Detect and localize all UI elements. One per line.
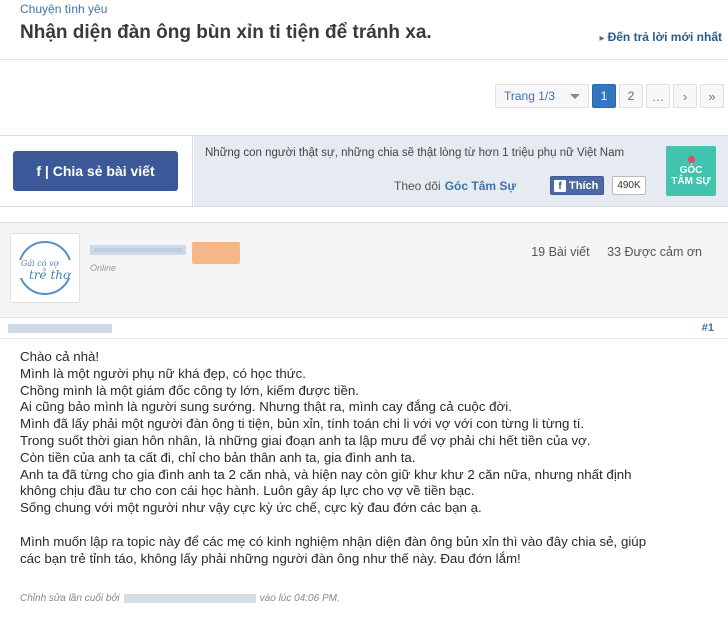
page-label: Trang 1/3 [504,89,555,103]
body-line: Mình muốn lập ra topic này để các mẹ có … [20,533,647,549]
post-card: Gái có vợ trẻ thơ Online 19 Bài viết 33 … [0,222,728,621]
edit-suffix: vào lúc 04:06 PM. [259,593,340,604]
page-jump-dropdown[interactable]: Trang 1/3 [495,84,589,108]
ellipsis-button[interactable]: … [646,84,670,108]
thread-header: Chuyện tình yêu Nhận diện đàn ông bùn xỉ… [0,0,728,135]
avatar-logo-icon: Gái có vợ trẻ thơ [13,241,77,295]
facebook-like-button[interactable]: f Thích [550,176,604,195]
body-line: Chồng mình là một giám đốc công ty lớn, … [20,382,359,398]
editor-name-redacted [123,593,256,603]
user-stats: 19 Bài viết 33 Được cảm ơn [531,245,702,259]
body-line: Còn tiền của anh ta cất đi, chỉ cho bản … [20,449,416,465]
follow-label: Theo dõi Góc Tâm Sự [394,179,516,193]
share-left-panel: f | Chia sẻ bài viết [0,136,193,206]
edit-note: Chỉnh sửa lần cuối bởi vào lúc 04:06 PM. [20,593,340,604]
body-line: không chịu đầu tư cho con cái học hành. … [20,483,475,499]
user-badge-redacted [192,242,240,264]
like-label: Thích [569,179,599,192]
logo-line2: TÂM SỰ [671,175,711,187]
facebook-icon: f [554,179,566,192]
body-line: Anh ta đã từng cho gia đình anh ta 2 căn… [20,466,632,482]
pagination: Trang 1/3 1 2 … › » [495,84,724,108]
body-line: các bạn trẻ tỉnh táo, không lấy phải nhữ… [20,550,521,566]
page-1-button[interactable]: 1 [592,84,616,108]
last-page-button[interactable]: » [700,84,724,108]
chevron-down-icon [570,94,580,99]
username-redacted[interactable] [90,245,186,255]
body-line: Mình đã lấy phải một người đàn ông ti ti… [20,416,585,432]
facebook-follow-panel: Những con người thật sự, những chia sẽ t… [194,136,728,206]
thread-title: Nhận diện đàn ông bùn xỉn ti tiện để trá… [20,22,432,43]
follow-text: Theo dõi [394,179,441,193]
latest-reply-link[interactable]: ▸ Đến trả lời mới nhất [600,30,722,44]
heart-icon [687,155,695,163]
online-status: Online [90,263,117,273]
goc-tam-su-logo[interactable]: GÓC TÂM SỰ [666,146,716,196]
body-line: Ai cũng bảo mình là người sung sướng. Nh… [20,399,512,415]
logo-line1: GÓC [679,164,703,176]
latest-reply-label: Đến trả lời mới nhất [607,30,722,44]
page-2-button[interactable]: 2 [619,84,643,108]
share-bar: f | Chia sẻ bài viết Những con người thậ… [0,135,728,207]
post-number-link[interactable]: #1 [702,322,714,334]
like-count: 490K [612,176,646,195]
body-line: Chào cả nhà! [20,349,100,364]
avatar-text-2: trẻ thơ [29,268,72,282]
promo-text: Những con người thật sự, những chia sẽ t… [205,147,625,159]
breadcrumb[interactable]: Chuyện tình yêu [20,2,107,16]
body-line: Trong suốt thời gian hôn nhân, là những … [20,432,591,448]
post-body: Chào cả nhà! Mình là một người phụ nữ kh… [20,349,720,567]
next-page-button[interactable]: › [673,84,697,108]
post-count: 19 Bài viết [531,245,590,259]
post-date-redacted [8,324,112,333]
avatar-text-1: Gái có vợ [21,259,60,268]
arrow-right-icon: ▸ [599,33,605,44]
thanks-count: 33 Được cảm ơn [607,245,702,259]
page-name-link[interactable]: Góc Tâm Sự [445,179,516,193]
divider [0,59,728,60]
body-line: Mình là một người phụ nữ khá đẹp, có học… [20,365,306,381]
avatar[interactable]: Gái có vợ trẻ thơ [10,233,80,303]
post-user-row: Gái có vợ trẻ thơ Online 19 Bài viết 33 … [0,223,728,317]
facebook-share-button[interactable]: f | Chia sẻ bài viết [13,151,178,191]
body-line: Sống chung với một người như vậy cực kỳ … [20,500,482,516]
post-meta-bar: #1 [0,317,728,339]
edit-prefix: Chỉnh sửa lần cuối bởi [20,593,120,604]
